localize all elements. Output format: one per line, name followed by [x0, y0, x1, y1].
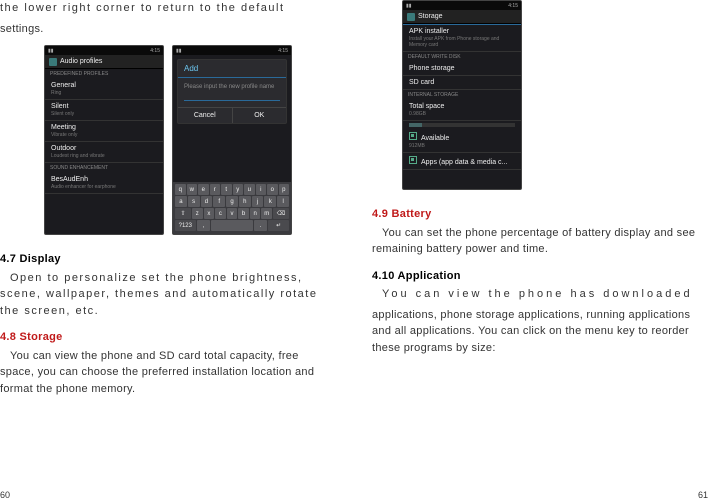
section-header: DEFAULT WRITE DISK — [403, 52, 521, 62]
storage-usage-bar — [409, 123, 515, 127]
apps-row: Apps (app data & media c... — [403, 153, 521, 170]
screen-title: Storage — [418, 13, 443, 20]
clock: 4:15 — [508, 3, 518, 9]
legend-square-icon — [409, 156, 417, 164]
intro-line-1: the lower right corner to return to the … — [0, 0, 336, 17]
status-bar: ▮▮ 4:15 — [173, 46, 291, 55]
status-bar: ▮▮ 4:15 — [403, 1, 521, 10]
enhancement-row: BesAudEnhAudio enhancer for earphone — [45, 173, 163, 194]
signal-icon: ▮▮ — [406, 3, 412, 9]
clock: 4:15 — [278, 48, 288, 54]
available-row: Available 912MB — [403, 129, 521, 153]
paragraph-4-10a: You can view the phone has downloaded — [372, 286, 708, 303]
keyboard: qwertyuiop asdfghjkl ⇧zxcvbnm⌫ ?123,. ↵ — [173, 182, 291, 234]
left-page: the lower right corner to return to the … — [0, 0, 354, 502]
profile-row: SilentSilent only — [45, 100, 163, 121]
intro-line-2: settings. — [0, 21, 336, 38]
disk-option-row: SD card — [403, 76, 521, 90]
dialog-title: Add — [178, 60, 286, 78]
title-bar: Storage — [403, 10, 521, 24]
disk-option-row: Phone storage — [403, 62, 521, 76]
paragraph-4-8: You can view the phone and SD card total… — [0, 348, 336, 398]
profile-row: OutdoorLoudest ring and vibrate — [45, 142, 163, 163]
dialog-body: Please input the new profile name — [178, 78, 286, 107]
heading-4-10: 4.10 Application — [372, 268, 708, 285]
apk-installer-row: APK installer Install your APK from Phon… — [403, 24, 521, 52]
signal-icon: ▮▮ — [176, 48, 182, 54]
paragraph-4-7: Open to personalize set the phone bright… — [0, 270, 336, 320]
legend-square-icon — [409, 132, 417, 140]
page-number-right: 61 — [698, 490, 708, 500]
add-dialog: Add Please input the new profile name Ca… — [177, 59, 287, 124]
heading-4-9: 4.9 Battery — [372, 206, 708, 223]
profile-row: GeneralRing — [45, 79, 163, 100]
audio-profiles-screenshot: ▮▮ 4:15 Audio profiles PREDEFINED PROFIL… — [44, 45, 164, 235]
section-header: PREDEFINED PROFILES — [45, 69, 163, 79]
heading-4-8: 4.8 Storage — [0, 329, 336, 346]
profile-name-placeholder: Please input the new profile name — [184, 84, 280, 101]
right-page: ▮▮ 4:15 Storage APK installer Install yo… — [354, 0, 708, 502]
add-profile-screenshot: ▮▮ 4:15 Add Please input the new profile… — [172, 45, 292, 235]
section-header: INTERNAL STORAGE — [403, 90, 521, 100]
settings-icon — [49, 58, 57, 66]
screenshots-row: ▮▮ 4:15 Audio profiles PREDEFINED PROFIL… — [0, 45, 336, 235]
page-number-left: 60 — [0, 490, 10, 500]
title-bar: Audio profiles — [45, 55, 163, 69]
paragraph-4-10b: applications, phone storage applications… — [372, 307, 708, 357]
storage-screenshot: ▮▮ 4:15 Storage APK installer Install yo… — [402, 0, 522, 190]
profile-row: MeetingVibrate only — [45, 121, 163, 142]
screen-title: Audio profiles — [60, 58, 102, 65]
cancel-button: Cancel — [178, 108, 233, 123]
status-bar: ▮▮ 4:15 — [45, 46, 163, 55]
dialog-buttons: Cancel OK — [178, 107, 286, 123]
settings-icon — [407, 13, 415, 21]
heading-4-7: 4.7 Display — [0, 251, 336, 268]
clock: 4:15 — [150, 48, 160, 54]
total-space-row: Total space 0.98GB — [403, 100, 521, 121]
paragraph-4-9: You can set the phone percentage of batt… — [372, 225, 708, 258]
ok-button: OK — [233, 108, 287, 123]
signal-icon: ▮▮ — [48, 48, 54, 54]
section-header: SOUND ENHANCEMENT — [45, 163, 163, 173]
